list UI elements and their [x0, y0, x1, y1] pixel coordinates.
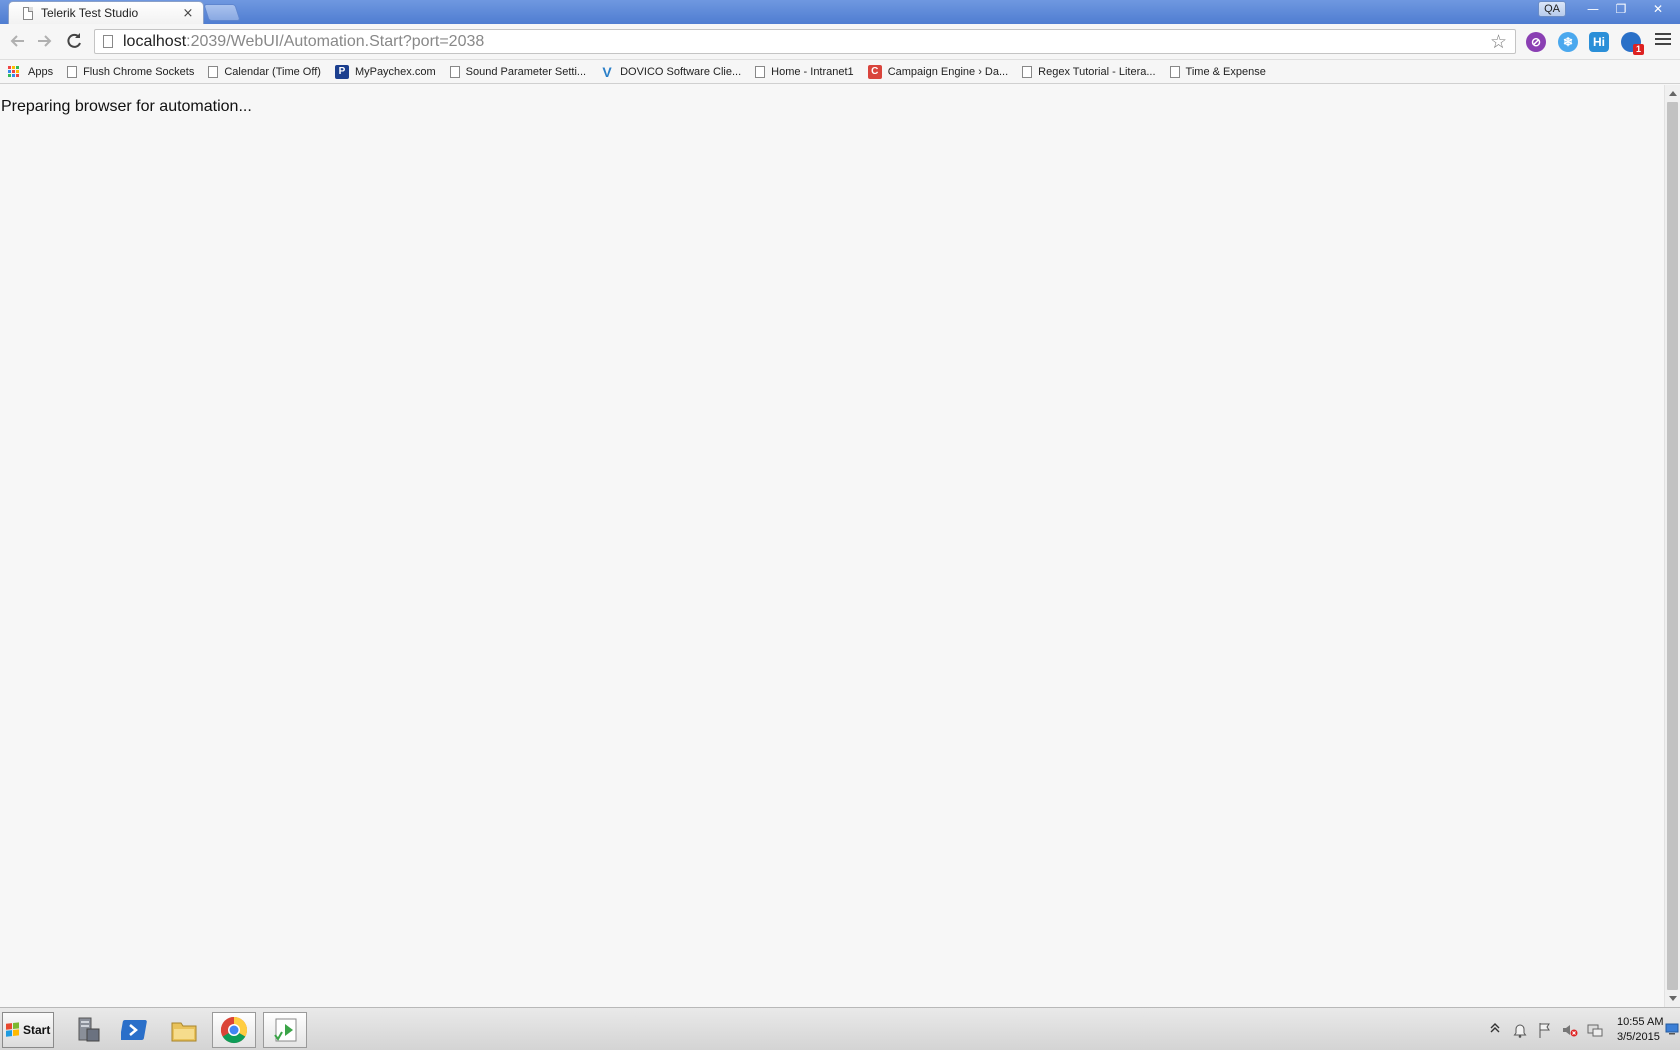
show-desktop-button[interactable]: [1664, 1008, 1680, 1050]
profile-badge[interactable]: QA: [1538, 1, 1566, 17]
window-controls: QA — ❐ ✕: [1538, 0, 1680, 18]
paychex-icon: P: [334, 64, 349, 79]
clock-time: 10:55 AM: [1617, 1016, 1664, 1028]
browser-toolbar: localhost:2039/WebUI/Automation.Start?po…: [0, 24, 1680, 60]
server-manager-icon: [78, 1017, 100, 1042]
system-tray: 10:55 AM 3/5/2015: [1478, 1012, 1678, 1048]
taskbar-server-manager[interactable]: [66, 1012, 110, 1048]
bookmark-label: Time & Expense: [1185, 65, 1266, 78]
powershell-icon: [121, 1020, 147, 1040]
notification-bell-icon[interactable]: [1512, 1022, 1528, 1038]
close-window-button[interactable]: ✕: [1636, 0, 1680, 18]
page-icon: [103, 35, 113, 48]
folder-icon: [171, 1022, 197, 1042]
hi-extension-icon[interactable]: Hi: [1589, 32, 1609, 52]
vertical-scrollbar[interactable]: [1664, 85, 1680, 1007]
globe-extension-icon[interactable]: 1: [1621, 32, 1644, 55]
bookmark-calendar[interactable]: Calendar (Time Off): [208, 65, 321, 78]
tab-title: Telerik Test Studio: [41, 6, 139, 20]
bookmark-regex-tutorial[interactable]: Regex Tutorial - Litera...: [1022, 65, 1156, 78]
taskbar-chrome[interactable]: [212, 1012, 256, 1048]
scroll-up-icon[interactable]: [1669, 91, 1677, 96]
browser-title-bar: Telerik Test Studio × QA — ❐ ✕: [0, 0, 1680, 24]
bookmark-label: Campaign Engine › Da...: [887, 65, 1009, 78]
page-icon: [449, 65, 460, 78]
page-content: Preparing browser for automation...: [0, 85, 1664, 1007]
bookmark-label: MyPaychex.com: [354, 65, 436, 78]
bookmark-label: Regex Tutorial - Litera...: [1038, 65, 1156, 78]
bookmark-campaign-engine[interactable]: C Campaign Engine › Da...: [867, 64, 1009, 79]
campaign-engine-icon: C: [867, 64, 882, 79]
network-icon[interactable]: [1587, 1022, 1603, 1038]
page-icon: [755, 65, 766, 78]
browser-tab[interactable]: Telerik Test Studio ×: [8, 1, 204, 24]
apps-grid-icon: [8, 65, 20, 78]
bookmark-label: Calendar (Time Off): [224, 65, 321, 78]
purple-extension-icon[interactable]: ⊘: [1526, 32, 1546, 52]
bookmark-dovico[interactable]: V DOVICO Software Clie...: [600, 65, 741, 79]
bookmark-sound-parameter[interactable]: Sound Parameter Setti...: [449, 65, 587, 78]
bookmarks-bar: Apps Flush Chrome Sockets Calendar (Time…: [0, 60, 1680, 84]
url-path: :2039/WebUI/Automation.Start?port=2038: [186, 32, 485, 50]
bookmark-label: Apps: [28, 65, 54, 78]
clock-date: 3/5/2015: [1617, 1031, 1660, 1043]
tab-close-icon[interactable]: ×: [181, 6, 195, 21]
bookmark-flush-chrome-sockets[interactable]: Flush Chrome Sockets: [67, 65, 195, 78]
bookmark-label: Home - Intranet1: [771, 65, 854, 78]
back-arrow-icon[interactable]: [6, 31, 30, 53]
system-clock[interactable]: 10:55 AM 3/5/2015: [1617, 1015, 1663, 1045]
chrome-menu-icon[interactable]: [1655, 33, 1671, 49]
snowflake-extension-icon[interactable]: ❄: [1558, 32, 1578, 52]
action-center-flag-icon[interactable]: [1537, 1022, 1553, 1038]
url-host: localhost: [123, 32, 187, 50]
start-button[interactable]: Start: [2, 1012, 54, 1048]
page-icon: [1169, 65, 1180, 78]
scroll-thumb[interactable]: [1667, 102, 1678, 990]
desktop-icon: [1665, 1023, 1679, 1035]
taskbar-file-explorer[interactable]: [162, 1012, 206, 1048]
start-label: Start: [23, 1023, 51, 1037]
page-icon: [208, 65, 219, 78]
new-tab-button[interactable]: [203, 4, 241, 21]
restore-button[interactable]: ❐: [1608, 0, 1634, 18]
bookmark-mypaychex[interactable]: P MyPaychex.com: [334, 64, 436, 79]
page-icon: [67, 65, 78, 78]
address-bar[interactable]: localhost:2039/WebUI/Automation.Start?po…: [94, 29, 1516, 54]
page-icon: [1022, 65, 1033, 78]
page-icon: [23, 6, 33, 20]
bookmark-label: Sound Parameter Setti...: [465, 65, 587, 78]
notification-badge: 1: [1633, 44, 1644, 55]
windows-taskbar: Start 10:55 AM 3/5/2015: [0, 1007, 1680, 1050]
taskbar-test-studio[interactable]: [263, 1012, 307, 1048]
bookmark-label: DOVICO Software Clie...: [620, 65, 742, 78]
minimize-button[interactable]: —: [1580, 0, 1606, 18]
reload-icon[interactable]: [62, 31, 86, 53]
test-studio-icon: [274, 1018, 297, 1042]
scroll-down-icon[interactable]: [1669, 996, 1677, 1001]
taskbar-powershell[interactable]: [114, 1012, 158, 1048]
automation-status-text: Preparing browser for automation...: [1, 98, 252, 115]
bookmark-intranet[interactable]: Home - Intranet1: [755, 65, 854, 78]
volume-muted-icon[interactable]: [1562, 1022, 1578, 1038]
windows-logo-icon: [6, 1022, 20, 1037]
bookmark-time-expense[interactable]: Time & Expense: [1169, 65, 1266, 78]
bookmark-label: Flush Chrome Sockets: [83, 65, 195, 78]
bookmark-apps[interactable]: Apps: [8, 65, 54, 78]
dovico-icon: V: [602, 63, 612, 80]
bookmark-star-icon[interactable]: ☆: [1490, 31, 1507, 53]
show-hidden-icons-icon[interactable]: [1487, 1022, 1503, 1038]
chrome-icon: [220, 1016, 248, 1044]
forward-arrow-icon[interactable]: [32, 31, 56, 53]
